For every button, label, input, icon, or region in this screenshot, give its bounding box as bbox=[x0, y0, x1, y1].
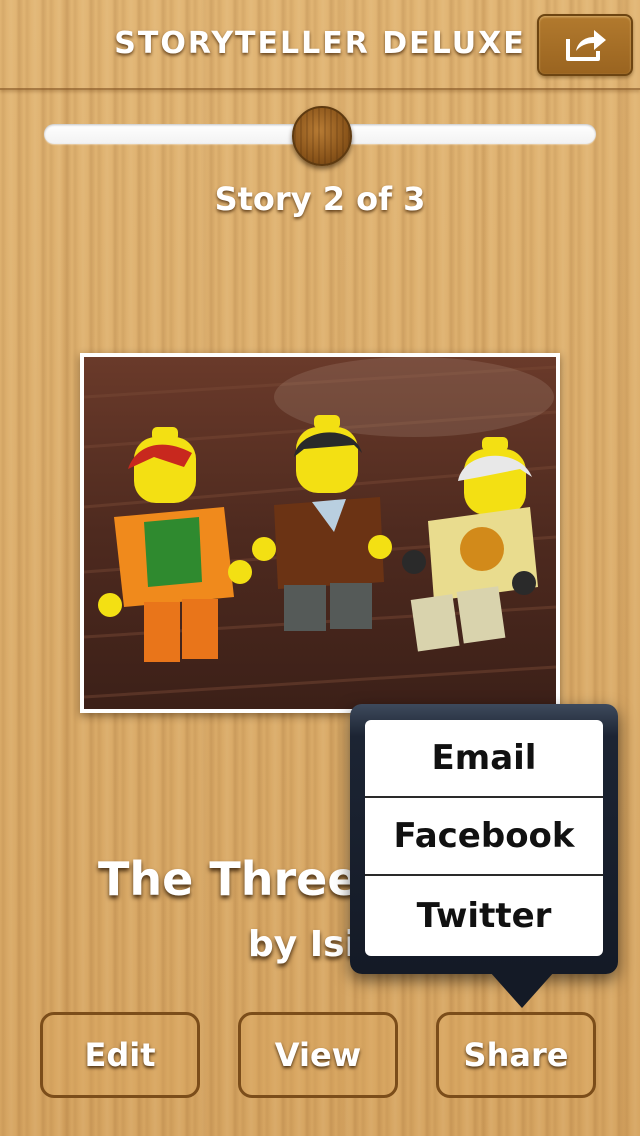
share-menu: Email Facebook Twitter bbox=[365, 720, 603, 956]
share-menu-item-email[interactable]: Email bbox=[365, 720, 603, 798]
story-counter: Story 2 of 3 bbox=[214, 180, 426, 218]
share-action-button[interactable] bbox=[537, 14, 633, 76]
navigation-bar: STORYTELLER DELUXE bbox=[0, 0, 640, 90]
story-slider-thumb[interactable] bbox=[292, 106, 352, 166]
story-author: by Isi bbox=[248, 924, 357, 965]
lego-minifigures-photo bbox=[84, 357, 556, 709]
story-title: The Three bbox=[98, 852, 359, 906]
share-button[interactable]: Share bbox=[436, 1012, 596, 1098]
share-menu-item-facebook[interactable]: Facebook bbox=[365, 798, 603, 876]
share-popover-arrow bbox=[490, 972, 554, 1008]
share-menu-item-twitter[interactable]: Twitter bbox=[365, 876, 603, 956]
share-arrow-icon bbox=[566, 30, 606, 61]
edit-button[interactable]: Edit bbox=[40, 1012, 200, 1098]
view-button[interactable]: View bbox=[238, 1012, 398, 1098]
story-cover-photo[interactable] bbox=[80, 353, 560, 713]
